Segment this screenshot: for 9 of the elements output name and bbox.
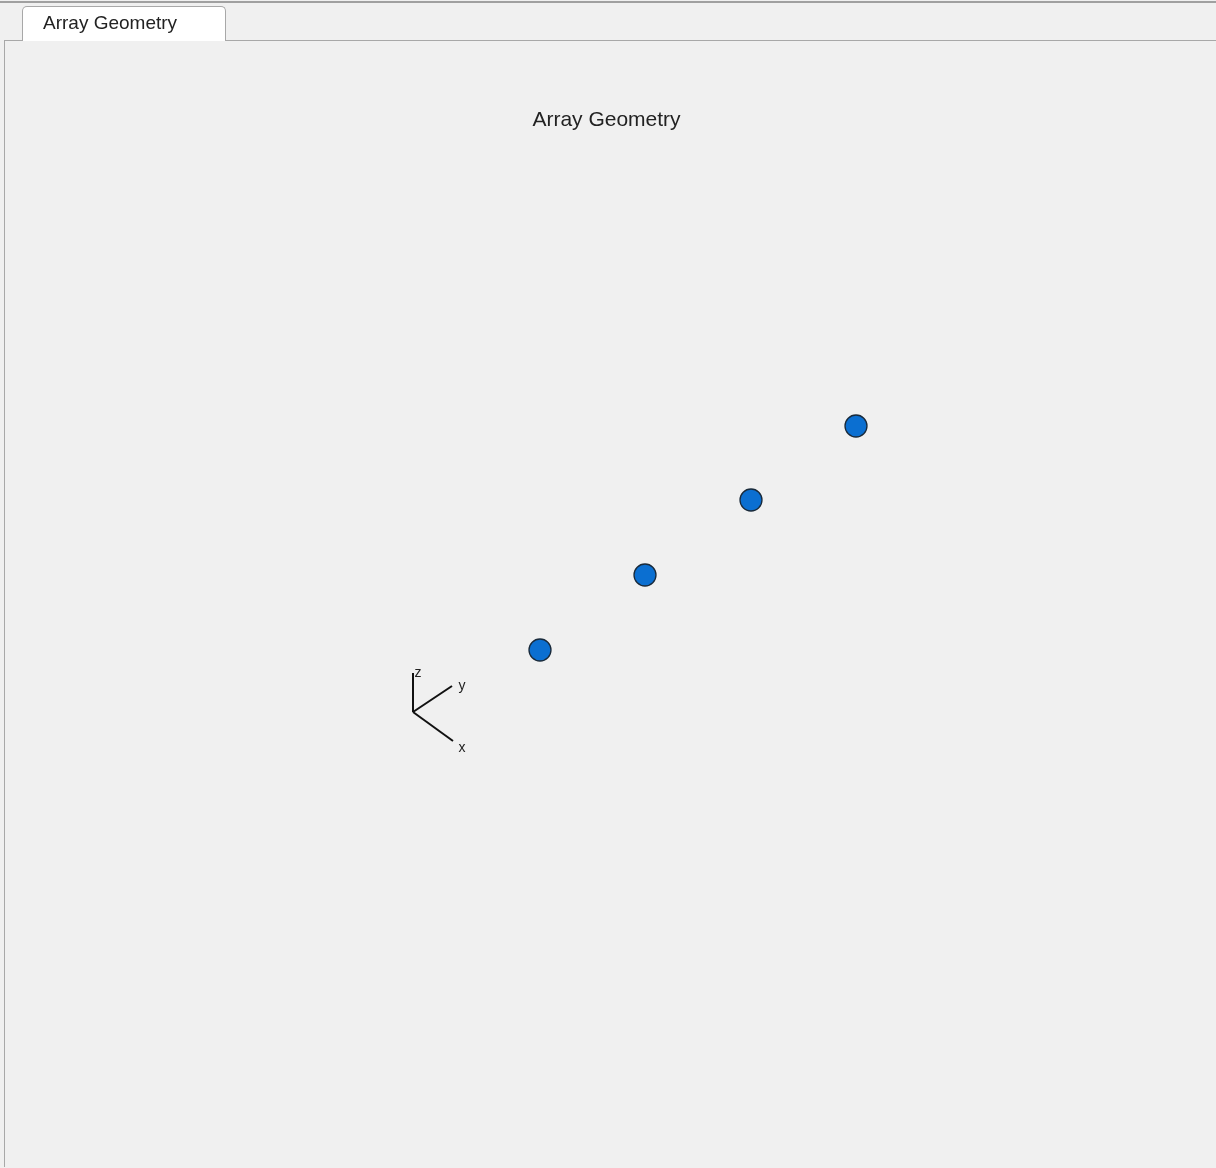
axis-label: y xyxy=(458,677,466,693)
array-element-dot xyxy=(844,414,868,438)
array-element-dot xyxy=(633,563,657,587)
tab[interactable]: Array Geometry xyxy=(22,6,227,41)
array-element-dot xyxy=(528,638,552,662)
axis-label: z xyxy=(414,664,422,680)
plot-title: Array Geometry xyxy=(532,106,681,132)
array-element-dot xyxy=(739,488,763,512)
axis-label: x xyxy=(458,739,466,755)
